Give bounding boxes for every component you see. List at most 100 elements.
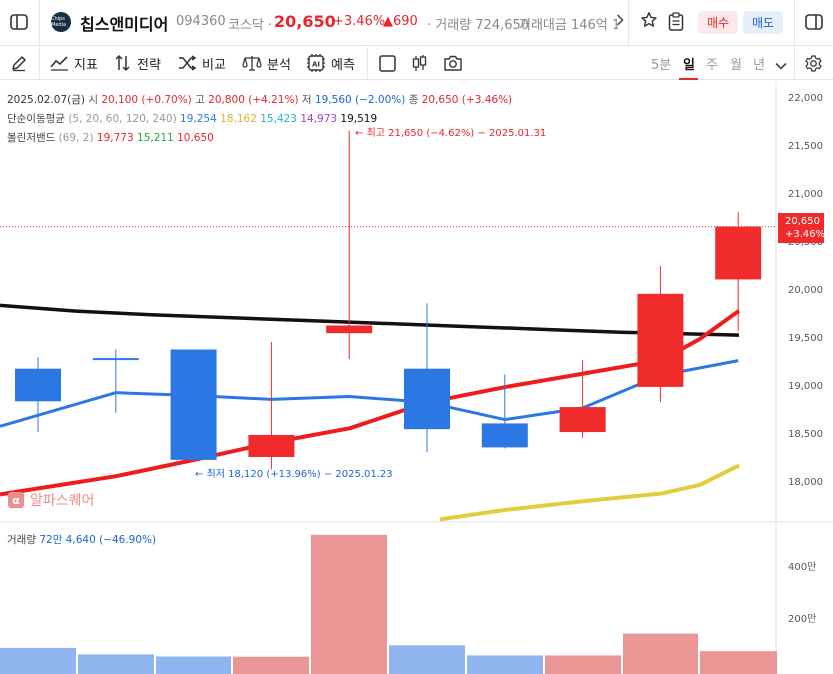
camera-icon [444, 55, 462, 71]
low-annotation-text: 최저 18,120 (+13.96%) − 2025.01.23 [206, 469, 393, 480]
candlestick-icon [412, 54, 427, 71]
ohlc-legend: 2025.02.07(금) 시 20,100 (+0.70%) 고 20,800… [7, 92, 512, 107]
strategy-button[interactable]: 전략 [114, 53, 161, 73]
sidebar-toggle-icon[interactable] [8, 11, 30, 33]
period-day[interactable]: 일 [683, 54, 695, 73]
indicators-label: 지표 [74, 57, 98, 73]
low-value: 19,560 (−2.00%) [314, 94, 406, 106]
ai-chip-icon: AI [307, 54, 325, 72]
right-panel-toggle-icon[interactable] [804, 12, 824, 32]
candle-body [481, 423, 528, 448]
current-price-axis-label: 20,650 +3.46% [778, 213, 826, 243]
volume-bar [467, 655, 543, 674]
layout-button[interactable] [378, 53, 397, 73]
candle-body [92, 358, 139, 361]
divider [794, 47, 795, 80]
y-tick-label: 18,500 [788, 429, 823, 440]
chart-type-button[interactable] [410, 53, 429, 73]
ma60-line [439, 463, 740, 522]
y-tick-label: 21,500 [788, 141, 823, 152]
market-label: 코스닥 · [228, 18, 273, 33]
chevron-right-icon[interactable] [616, 14, 624, 30]
y-tick-label: 18,000 [788, 477, 823, 488]
arrow-left-icon: ← [355, 128, 364, 139]
analysis-icon [242, 56, 262, 71]
memo-icon[interactable] [668, 12, 684, 31]
ma60-value: 15,423 [260, 113, 297, 125]
open-label: 시 [88, 94, 98, 106]
square-icon [379, 54, 396, 72]
volume-label: · 거래량 724,650 [427, 18, 530, 33]
volume-bar [311, 534, 387, 674]
arrow-left-icon: ← [195, 469, 204, 480]
axis-change: +3.46% [785, 229, 826, 240]
gear-icon [805, 54, 822, 72]
analysis-label: 분석 [267, 57, 291, 73]
candle-body [559, 407, 606, 433]
volume-legend-label: 거래량 [7, 534, 36, 546]
period-month[interactable]: 월 [730, 54, 742, 73]
watermark-text: 알파스퀘어 [30, 493, 95, 509]
volume-legend[interactable]: 거래량 72만 4,640 (−46.90%) [7, 532, 156, 547]
y-tick-label: 19,500 [788, 333, 823, 344]
screenshot-button[interactable] [443, 53, 463, 73]
volume-bar [78, 654, 154, 674]
star-icon[interactable] [640, 11, 658, 34]
low-label: 저 [301, 94, 312, 106]
forecast-label: 예측 [331, 57, 355, 73]
stock-code: 094360 [176, 14, 226, 29]
volume-bar [623, 633, 698, 674]
indicators-button[interactable]: 지표 [50, 53, 98, 73]
analysis-button[interactable]: 분석 [242, 53, 291, 73]
current-price: 20,650 [274, 12, 336, 31]
bollinger-legend[interactable]: 볼린저밴드 (69, 2) 19,773 15,211 10,650 [7, 130, 214, 145]
open-value: 20,100 (+0.70%) [101, 94, 192, 106]
volume-legend-change: (−46.90%) [99, 534, 157, 546]
high-value: 20,800 (+4.21%) [208, 94, 299, 106]
volume-bar [233, 656, 309, 674]
period-year[interactable]: 년 [753, 54, 765, 73]
ma-legend[interactable]: 단순이동평균 (5, 20, 60, 120, 240) 19,254 18,1… [7, 111, 377, 126]
y-tick-label: 21,000 [788, 189, 823, 200]
change-percent: +3.46% [333, 14, 386, 29]
active-period-indicator [679, 78, 698, 80]
volume-tick-label: 400만 [788, 561, 816, 573]
stock-name[interactable]: 칩스앤미디어 [80, 11, 168, 35]
sell-button[interactable]: 매도 [743, 11, 783, 34]
period-week[interactable]: 주 [706, 54, 718, 73]
candle-body [248, 434, 295, 457]
close-label: 종 [408, 94, 419, 106]
settings-button[interactable] [804, 53, 823, 73]
compare-button[interactable]: 비교 [178, 53, 226, 73]
stock-logo: Chips Media [51, 12, 71, 32]
divider [794, 0, 795, 46]
price-chart[interactable]: 22,00021,50021,00020,50020,00019,50019,0… [0, 81, 833, 674]
high-annotation: ← 최고 21,650 (−4.62%) − 2025.01.31 [355, 124, 546, 139]
y-tick-label: 20,000 [788, 285, 823, 296]
buy-button[interactable]: 매수 [698, 11, 738, 34]
period-dropdown[interactable] [775, 56, 787, 76]
candle-body [715, 226, 762, 280]
draw-tool-button[interactable] [10, 53, 28, 73]
pencil-icon [12, 56, 26, 72]
bollinger-params: (69, 2) [58, 132, 94, 144]
forecast-button[interactable]: AI 예측 [306, 53, 355, 73]
divider [367, 47, 368, 80]
high-label: 고 [195, 94, 205, 106]
ma20-value: 18,162 [220, 113, 257, 125]
bollinger-label: 볼린저밴드 [7, 132, 56, 144]
ma5-line [0, 359, 739, 428]
bollinger-upper: 19,773 [96, 132, 134, 144]
shuffle-icon [179, 55, 197, 71]
watermark: α 알파스퀘어 [8, 490, 94, 510]
indicator-icon [50, 56, 68, 71]
divider [39, 47, 40, 80]
ma-params: (5, 20, 60, 120, 240) [68, 113, 177, 125]
strategy-icon [115, 54, 130, 72]
period-5min[interactable]: 5분 [651, 54, 671, 73]
high-annotation-text: 최고 21,650 (−4.62%) − 2025.01.31 [366, 128, 547, 139]
chart-toolbar: 지표 전략 비교 분석 AI 예측 5분 일 주 월 년 [0, 47, 833, 80]
divider [628, 0, 629, 46]
legend-date: 2025.02.07(금) [7, 94, 85, 106]
trade-amount-label: 거래대금 146억 1 [519, 18, 618, 33]
